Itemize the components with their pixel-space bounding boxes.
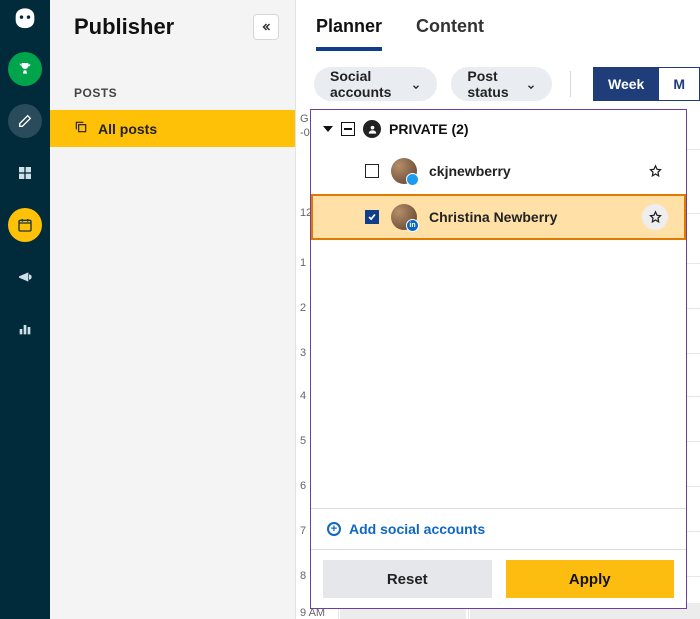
favorite-star-button[interactable] — [642, 204, 668, 230]
tab-content[interactable]: Content — [416, 16, 484, 51]
panel-footer: Reset Apply — [311, 549, 686, 608]
collapse-sidebar-button[interactable] — [253, 14, 279, 40]
toolbar: Social accounts Post status Week M — [296, 51, 700, 117]
avatar: in — [391, 204, 417, 230]
group-label: PRIVATE (2) — [389, 121, 469, 137]
plus-circle-icon: + — [327, 522, 341, 536]
account-name: ckjnewberry — [429, 163, 511, 179]
nav-publisher[interactable] — [8, 208, 42, 242]
caret-down-icon — [323, 126, 333, 132]
favorite-star-button[interactable] — [642, 158, 668, 184]
reset-button[interactable]: Reset — [323, 560, 492, 598]
account-row[interactable]: ckjnewberry — [311, 148, 686, 194]
sidebar-section-label: POSTS — [50, 50, 295, 110]
sidebar-item-label: All posts — [98, 121, 157, 137]
tristate-checkbox-icon[interactable] — [341, 122, 355, 136]
view-week-button[interactable]: Week — [593, 67, 659, 101]
tz-offset: -0 — [300, 127, 310, 139]
hootsuite-logo-icon — [11, 6, 39, 34]
social-accounts-panel: PRIVATE (2) ckjnewberry in Christina New… — [310, 109, 687, 609]
person-icon — [363, 120, 381, 138]
chevron-down-icon — [411, 79, 421, 89]
checkbox[interactable] — [365, 164, 379, 178]
linkedin-badge-icon: in — [406, 219, 419, 232]
divider — [570, 71, 571, 97]
sidebar: Publisher POSTS All posts — [50, 0, 296, 619]
nav-analytics[interactable] — [8, 312, 42, 346]
twitter-badge-icon — [406, 173, 419, 186]
nav-promote[interactable] — [8, 260, 42, 294]
apply-button[interactable]: Apply — [506, 560, 675, 598]
tabs: Planner Content — [296, 0, 700, 51]
nav-achievements[interactable] — [8, 52, 42, 86]
left-rail — [0, 0, 50, 619]
account-name: Christina Newberry — [429, 209, 557, 225]
nav-compose[interactable] — [8, 104, 42, 138]
checkbox[interactable] — [365, 210, 379, 224]
module-title: Publisher — [74, 14, 174, 40]
filter-post-status[interactable]: Post status — [451, 67, 552, 101]
avatar — [391, 158, 417, 184]
nav-streams[interactable] — [8, 156, 42, 190]
filter-social-accounts[interactable]: Social accounts — [314, 67, 437, 101]
add-social-accounts-link[interactable]: + Add social accounts — [311, 508, 686, 549]
view-toggle: Week M — [593, 67, 700, 101]
tab-planner[interactable]: Planner — [316, 16, 382, 51]
copy-icon — [74, 120, 88, 137]
account-group-header[interactable]: PRIVATE (2) — [311, 110, 686, 148]
view-month-button[interactable]: M — [659, 67, 700, 101]
chevron-down-icon — [526, 79, 536, 89]
account-row[interactable]: in Christina Newberry — [311, 194, 686, 240]
tz-label: G — [300, 113, 309, 125]
sidebar-item-all-posts[interactable]: All posts — [50, 110, 295, 147]
